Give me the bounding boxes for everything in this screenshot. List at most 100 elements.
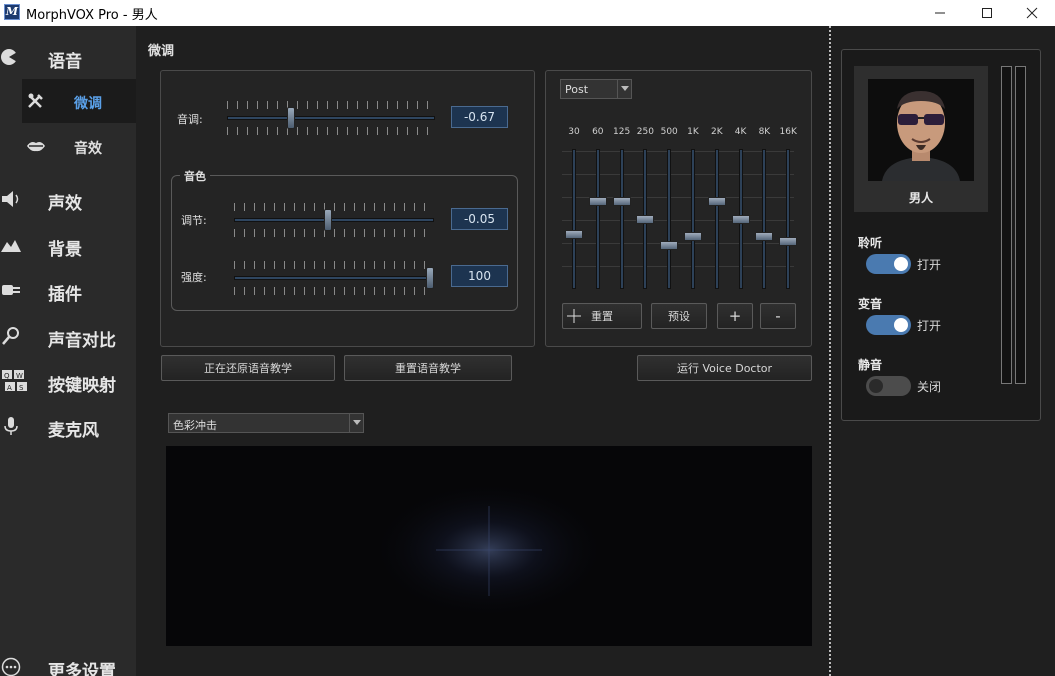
- mute-toggle[interactable]: [866, 376, 911, 396]
- morph-toggle[interactable]: [866, 315, 911, 335]
- eq-band-slider[interactable]: [683, 149, 703, 289]
- run-voice-doctor-button[interactable]: 运行 Voice Doctor: [637, 355, 812, 381]
- microphone-icon: [0, 416, 22, 436]
- toggle-knob: [894, 257, 908, 271]
- eq-band-thumb[interactable]: [731, 214, 750, 224]
- sidebar-item-label: 背景: [48, 240, 82, 260]
- level-meter-right: [1015, 66, 1026, 384]
- sidebar-item-more-settings[interactable]: 更多设置: [0, 647, 136, 676]
- reset-voice-training-button[interactable]: 重置语音教学: [344, 355, 512, 381]
- voice-name: 男人: [908, 191, 933, 205]
- timbre-group: 音色 调节: -0.05 强度: 100: [171, 168, 518, 311]
- eq-band-thumb[interactable]: [684, 231, 702, 241]
- timbre-adjust-slider-thumb[interactable]: [324, 209, 333, 231]
- man-avatar-icon: [882, 91, 960, 181]
- audio-visualizer: [166, 446, 812, 646]
- maximize-button[interactable]: [964, 0, 1010, 26]
- sidebar-item-voice-compare[interactable]: 声音对比: [0, 316, 136, 356]
- pitch-slider[interactable]: [227, 101, 435, 135]
- eq-band-slider[interactable]: [659, 149, 679, 289]
- sidebar-item-background[interactable]: 背景: [0, 225, 136, 265]
- visualizer-glow: [369, 480, 609, 620]
- eq-band-thumb[interactable]: [779, 236, 798, 246]
- close-button[interactable]: [1009, 0, 1055, 26]
- sidebar-item-label: 按键映射: [48, 376, 116, 396]
- eq-band-slider[interactable]: [612, 149, 632, 289]
- eq-band-freq-label: 16K: [779, 127, 797, 137]
- timbre-adjust-slider[interactable]: [234, 203, 434, 237]
- pitch-label: 音调:: [177, 113, 203, 126]
- eq-band-slider[interactable]: [778, 149, 798, 289]
- sidebar-item-voice[interactable]: 语音: [0, 37, 136, 77]
- eq-band-thumb[interactable]: [660, 240, 679, 250]
- morph-state: 打开: [917, 319, 942, 333]
- restoring-voice-training-button[interactable]: 正在还原语音教学: [161, 355, 335, 381]
- minimize-button[interactable]: [917, 0, 963, 26]
- eq-minus-button[interactable]: -: [760, 303, 796, 329]
- eq-band-rail: [572, 149, 576, 289]
- tools-icon: [26, 92, 46, 110]
- main-content: 微调 音调: -0.67 音色 调节: -0.05 强度: 100 Post 3…: [136, 26, 828, 676]
- toggle-knob: [869, 379, 883, 393]
- eq-reset-button[interactable]: 重置: [562, 303, 642, 329]
- eq-mode-dropdown[interactable]: Post: [560, 79, 632, 99]
- close-icon: [1026, 7, 1038, 19]
- eq-preset-button[interactable]: 预设: [651, 303, 707, 329]
- eq-band-slider[interactable]: [588, 149, 608, 289]
- timbre-strength-slider[interactable]: [234, 261, 434, 295]
- sidebar-item-label: 声效: [48, 194, 82, 214]
- speaker-icon: [0, 189, 22, 209]
- eq-band-freq-label: 2K: [710, 127, 723, 137]
- eq-band-thumb[interactable]: [612, 197, 631, 207]
- sidebar-subitem-label: 微调: [74, 96, 102, 112]
- eq-band-slider[interactable]: [731, 149, 751, 289]
- eq-band-freq-label: 30: [568, 127, 580, 137]
- svg-text:S: S: [19, 384, 24, 392]
- timbre-strength-value-field[interactable]: 100: [451, 265, 508, 287]
- sidebar-item-sound-effects[interactable]: 声效: [0, 179, 136, 219]
- sidebar-item-key-mapping[interactable]: QW AS 按键映射: [0, 361, 136, 401]
- sidebar-subitem-effects[interactable]: 音效: [22, 124, 136, 168]
- sidebar: 语音 微调 音效 声效 背景 插件 声音对比 Q W A S 按键映射 麦克风 …: [0, 26, 136, 676]
- pitch-value-field[interactable]: -0.67: [451, 106, 508, 128]
- sidebar-item-microphone[interactable]: 麦克风: [0, 406, 136, 446]
- eq-band-slider[interactable]: [635, 149, 655, 289]
- app-logo-icon: M: [4, 4, 20, 20]
- pitch-timbre-panel: 音调: -0.67 音色 调节: -0.05 强度: 100: [160, 70, 535, 347]
- eq-band-slider[interactable]: [564, 149, 584, 289]
- sidebar-item-label: 更多设置: [48, 662, 116, 676]
- eq-band-thumb[interactable]: [755, 231, 774, 241]
- mute-state: 关闭: [917, 380, 942, 394]
- eq-band-freq-label: 1K: [687, 127, 699, 137]
- eq-band-thumb[interactable]: [636, 214, 655, 224]
- eq-band-rail: [595, 149, 600, 289]
- title-bar: M MorphVOX Pro - 男人: [0, 0, 1055, 26]
- maximize-icon: [982, 8, 992, 18]
- timbre-adjust-value-field[interactable]: -0.05: [451, 208, 508, 230]
- eq-band-slider[interactable]: [754, 149, 774, 289]
- eq-mode-value: Post: [565, 83, 589, 96]
- eq-band-freq-label: 125: [613, 127, 631, 137]
- current-voice-card[interactable]: 男人: [854, 66, 988, 212]
- sidebar-subitem-label: 音效: [74, 141, 102, 157]
- lips-icon: [26, 137, 46, 155]
- eq-band-rail: [667, 149, 672, 289]
- sidebar-subitem-tweak[interactable]: 微调: [22, 79, 136, 123]
- timbre-strength-slider-thumb[interactable]: [426, 267, 434, 289]
- eq-plus-button[interactable]: +: [717, 303, 753, 329]
- sidebar-item-plugins[interactable]: 插件: [0, 270, 136, 310]
- pitch-slider-thumb[interactable]: [287, 107, 295, 129]
- eq-band-freq-label: 8K: [758, 127, 771, 137]
- eq-band-freq-label: 4K: [734, 127, 747, 137]
- svg-text:A: A: [7, 384, 12, 392]
- window-title: MorphVOX Pro - 男人: [26, 8, 158, 23]
- eq-band-slider[interactable]: [707, 149, 727, 289]
- eq-band-rail: [786, 149, 791, 289]
- eq-band-thumb[interactable]: [565, 230, 583, 240]
- voice-icon: [0, 47, 22, 67]
- level-meter-left: [1001, 66, 1012, 384]
- listen-toggle[interactable]: [866, 254, 911, 274]
- visualizer-mode-dropdown[interactable]: 色彩冲击: [168, 413, 364, 433]
- eq-band-thumb[interactable]: [707, 197, 726, 207]
- eq-band-thumb[interactable]: [588, 197, 607, 207]
